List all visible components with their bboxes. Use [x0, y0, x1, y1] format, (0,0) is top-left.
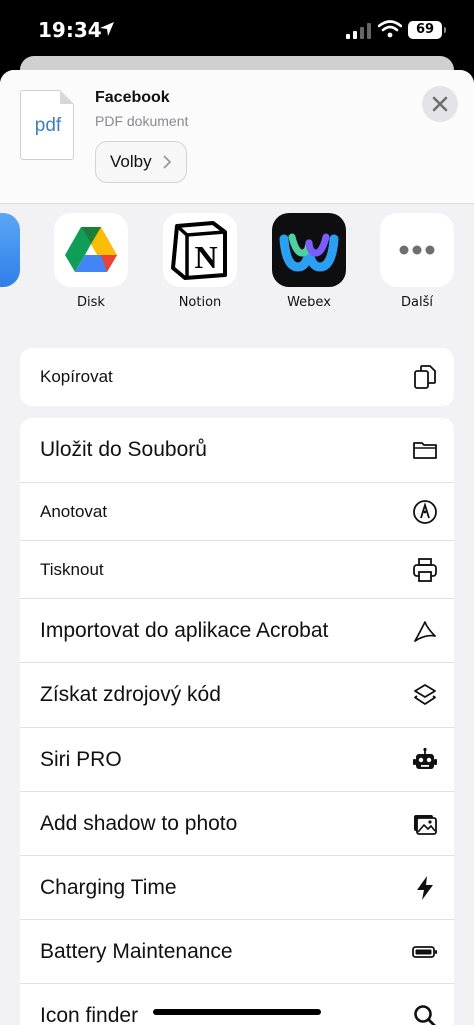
- action-siri-pro[interactable]: Siri PRO: [20, 728, 454, 792]
- app-more[interactable]: Další: [380, 213, 454, 310]
- close-button[interactable]: [422, 86, 458, 122]
- action-label: Kopírovat: [40, 367, 113, 386]
- action-label: Siri PRO: [40, 747, 122, 771]
- status-time: 19:34: [38, 18, 102, 42]
- robot-icon: [413, 747, 437, 769]
- home-indicator[interactable]: [153, 1009, 321, 1015]
- document-title: Facebook: [95, 89, 170, 106]
- options-button[interactable]: Volby: [95, 141, 187, 183]
- action-label: Add shadow to photo: [40, 811, 238, 835]
- action-import-acrobat[interactable]: Importovat do aplikace Acrobat: [20, 599, 454, 663]
- app-notion[interactable]: N Notion: [163, 213, 237, 310]
- bolt-icon: [417, 875, 433, 900]
- action-label: Battery Maintenance: [40, 939, 233, 963]
- close-icon: [432, 96, 448, 112]
- copy-group: Kopírovat: [20, 348, 454, 406]
- notion-icon: N: [163, 213, 237, 287]
- thumbnail-label: pdf: [34, 115, 62, 136]
- action-label: Charging Time: [40, 875, 177, 899]
- app-webex[interactable]: Webex: [272, 213, 346, 310]
- options-label: Volby: [110, 152, 152, 171]
- wifi-icon: [378, 20, 402, 38]
- app-label: Další: [401, 295, 433, 310]
- share-header: pdf Facebook PDF dokument Volby: [0, 70, 474, 204]
- partial-app-icon[interactable]: [0, 213, 20, 287]
- svg-text:N: N: [194, 239, 217, 275]
- action-label: Uložit do Souborů: [40, 438, 207, 461]
- action-icon-finder[interactable]: Icon finder: [20, 984, 454, 1025]
- app-share-row: Disk N Notion Webex Další: [0, 213, 474, 323]
- location-arrow-icon: [100, 22, 114, 36]
- search-icon: [414, 1005, 436, 1025]
- more-icon: [380, 213, 454, 287]
- document-thumbnail: pdf: [20, 90, 74, 160]
- printer-icon: [413, 557, 437, 582]
- document-type: PDF dokument: [95, 113, 189, 129]
- photos-icon: [414, 814, 437, 835]
- battery-level: 69: [408, 21, 446, 39]
- status-bar: 19:34 69: [0, 0, 474, 62]
- folder-icon: [413, 442, 437, 459]
- action-label: Icon finder: [40, 1004, 139, 1025]
- app-disk[interactable]: Disk: [54, 213, 128, 310]
- acrobat-icon: [414, 620, 436, 642]
- copy-icon: [414, 365, 436, 389]
- action-markup[interactable]: Anotovat: [20, 483, 454, 541]
- cellular-signal-icon: [346, 23, 371, 39]
- layers-icon: [414, 684, 436, 705]
- action-print[interactable]: Tisknout: [20, 541, 454, 599]
- app-label: Notion: [178, 295, 222, 310]
- action-label: Tisknout: [40, 559, 104, 579]
- share-sheet: pdf Facebook PDF dokument Volby Disk N N…: [0, 70, 474, 1025]
- action-charging-time[interactable]: Charging Time: [20, 856, 454, 920]
- actions-group: Uložit do Souborů Anotovat Tisknout Impo…: [20, 418, 454, 1025]
- action-label: Získat zdrojový kód: [40, 683, 221, 706]
- google-drive-icon: [54, 213, 128, 287]
- action-add-shadow[interactable]: Add shadow to photo: [20, 792, 454, 856]
- action-copy[interactable]: Kopírovat: [20, 348, 454, 406]
- action-label: Importovat do aplikace Acrobat: [40, 618, 329, 642]
- webex-icon: [272, 213, 346, 287]
- app-label: Disk: [77, 295, 105, 310]
- markup-pen-icon: [413, 499, 437, 524]
- action-battery-maintenance[interactable]: Battery Maintenance: [20, 920, 454, 984]
- battery-icon: [412, 945, 437, 958]
- chevron-right-icon: [163, 155, 172, 169]
- action-get-source-code[interactable]: Získat zdrojový kód: [20, 663, 454, 728]
- action-label: Anotovat: [40, 501, 108, 521]
- action-save-to-files[interactable]: Uložit do Souborů: [20, 418, 454, 483]
- app-label: Webex: [287, 295, 331, 310]
